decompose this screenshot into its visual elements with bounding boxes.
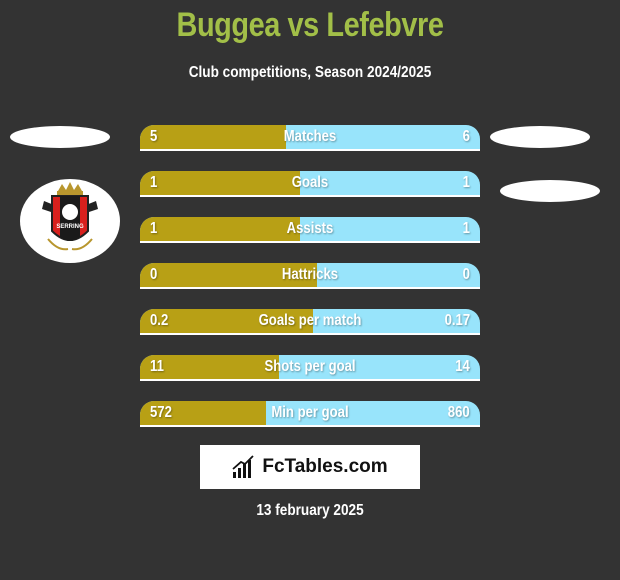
competition-subtitle: Club competitions, Season 2024/2025: [188, 64, 432, 81]
stat-label: Assists: [286, 220, 334, 237]
right-value: 860: [448, 404, 470, 421]
stat-row-goals-per-match: 0.2 Goals per match 0.17: [140, 309, 480, 335]
fctables-brand-banner[interactable]: FcTables.com: [200, 445, 420, 489]
stat-row-shots-per-goal: 11 Shots per goal 14: [140, 355, 480, 381]
page-title: Buggea vs Lefebvre: [176, 6, 444, 44]
stat-label: Goals: [291, 174, 329, 191]
right-value: 1: [462, 220, 470, 237]
stat-label: Min per goal: [271, 404, 349, 421]
brand-name: FcTables.com: [262, 456, 388, 477]
svg-text:SERRING: SERRING: [56, 224, 84, 230]
left-team-placeholder-top: [10, 126, 110, 148]
club-crest-icon: SERRING: [42, 182, 98, 251]
stat-label: Hattricks: [281, 266, 339, 283]
stat-row-min-per-goal: 572 Min per goal 860: [140, 401, 480, 427]
stat-label: Matches: [283, 128, 337, 145]
right-value: 6: [462, 128, 470, 145]
left-value: 1: [150, 174, 158, 191]
left-value: 11: [150, 358, 164, 375]
right-value: 0: [462, 266, 470, 283]
stat-label: Goals per match: [258, 312, 362, 329]
right-team-placeholder-top: [490, 126, 590, 148]
right-value: 1: [462, 174, 470, 191]
right-value: 14: [455, 358, 470, 375]
left-value: 0: [150, 266, 158, 283]
stat-row-assists: 1 Assists 1: [140, 217, 480, 243]
left-team-logo: SERRING: [20, 179, 120, 263]
left-value: 5: [150, 128, 158, 145]
stat-row-hattricks: 0 Hattricks 0: [140, 263, 480, 289]
stat-row-matches: 5 Matches 6: [140, 125, 480, 151]
match-date: 13 february 2025: [256, 502, 364, 519]
bar-chart-icon: [232, 455, 254, 478]
right-value: 0.17: [444, 312, 470, 329]
stat-row-goals: 1 Goals 1: [140, 171, 480, 197]
stat-label: Shots per goal: [264, 358, 356, 375]
left-value: 572: [150, 404, 172, 421]
left-value: 1: [150, 220, 158, 237]
left-value: 0.2: [150, 312, 169, 329]
right-team-placeholder-bottom: [500, 180, 600, 202]
